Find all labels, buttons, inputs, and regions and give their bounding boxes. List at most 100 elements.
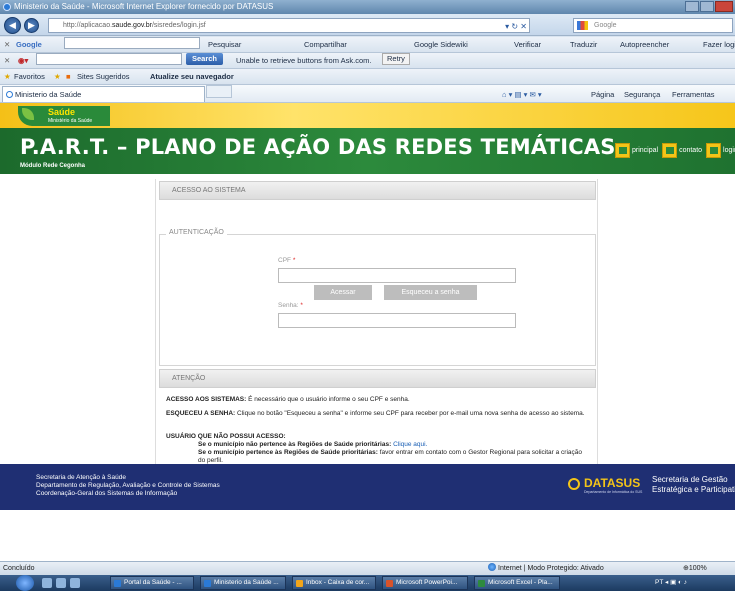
compartilhar-button[interactable]: Compartilhar <box>304 37 347 52</box>
info-item-pertence: Se o município pertence às Regiões de Sa… <box>198 449 583 464</box>
new-tab-button[interactable] <box>206 85 232 98</box>
url-field[interactable]: http://aplicacao.saude.gov.br/sisredes/l… <box>48 18 530 33</box>
status-bar: Concluído Internet | Modo Protegido: Ati… <box>0 561 735 575</box>
tab-row: Ministerio da Saúde ⌂ ▾ ▤ ▾ ✉ ▾ Página S… <box>0 85 735 103</box>
sidewiki-button[interactable]: Google Sidewiki <box>414 37 468 52</box>
section-header-acesso: ACESSO AO SISTEMA <box>159 181 596 200</box>
quicklaunch-icon[interactable] <box>56 578 66 588</box>
url-suffix: /sisredes/login.jsf <box>151 22 206 29</box>
clique-aqui-link[interactable]: Clique aqui. <box>393 441 427 448</box>
sgep-logo: Secretaria de Gestão Estratégica e Parti… <box>652 475 735 494</box>
gold-banner: Saúde Ministério da Saúde <box>0 103 735 128</box>
autenticacao-fieldset: AUTENTICAÇÃO CPF * Senha: * <box>159 229 596 366</box>
acessar-button[interactable]: Acessar <box>314 285 372 300</box>
footer-text: Secretaria de Atenção à Saúde Departamen… <box>36 474 220 497</box>
task-ministerio[interactable]: Ministerio da Saúde ... <box>200 576 286 590</box>
system-tray[interactable]: PT ◂ ▣ ◐ ♪ <box>655 576 687 590</box>
autopreencher-button[interactable]: Autopreencher <box>620 37 669 52</box>
mail-icon[interactable] <box>662 143 678 158</box>
saude-logo: Saúde Ministério da Saúde <box>18 106 110 126</box>
cpf-label: CPF * <box>278 257 296 264</box>
update-browser-link[interactable]: Atualize seu navegador <box>150 69 234 84</box>
suggested-sites-button[interactable]: Sites Sugeridos <box>77 69 130 84</box>
site-footer: Secretaria de Atenção à Saúde Departamen… <box>0 464 735 510</box>
tab-ministerio[interactable]: Ministerio da Saúde <box>2 86 205 102</box>
seguranca-menu[interactable]: Segurança <box>624 87 660 102</box>
google-toolbar: ✕ Google Pesquisar Compartilhar Google S… <box>0 37 735 53</box>
esqueceu-senha-button[interactable]: Esqueceu a senha <box>384 285 477 300</box>
info-esqueceu: ESQUECEU A SENHA: Clique no botão "Esque… <box>166 410 585 417</box>
cpf-input[interactable] <box>278 268 516 283</box>
close-button[interactable] <box>715 1 733 12</box>
add-favorite-icon[interactable]: ★ <box>54 69 61 84</box>
pagina-menu[interactable]: Página <box>591 87 614 102</box>
retry-button[interactable]: Retry <box>382 53 410 65</box>
task-portal-saude[interactable]: Portal da Saúde - ... <box>110 576 194 590</box>
favorites-button[interactable]: Favoritos <box>14 69 45 84</box>
task-powerpoint[interactable]: Microsoft PowerPoi... <box>382 576 468 590</box>
ask-logo-icon: ◉▾ <box>18 56 29 65</box>
favorites-bar: ★ Favoritos ★ ■ Sites Sugeridos Atualize… <box>0 69 735 85</box>
search-box[interactable]: Google <box>573 18 733 33</box>
zoom-level[interactable]: ⊕ 100% <box>683 562 707 575</box>
google-label: Google <box>16 40 42 49</box>
info-sem-acesso: USUÁRIO QUE NÃO POSSUI ACESSO: Se o muni… <box>166 433 591 465</box>
window-titlebar: Ministerio da Saúde - Microsoft Internet… <box>0 0 735 14</box>
close-toolbar-icon[interactable]: ✕ <box>4 37 10 52</box>
minimize-button[interactable] <box>685 1 699 12</box>
status-text: Concluído <box>3 565 35 572</box>
logo-subtitle: Ministério da Saúde <box>48 118 93 124</box>
security-zone[interactable]: Internet | Modo Protegido: Ativado <box>488 562 604 575</box>
page-title: P.A.R.T. – PLANO DE AÇÃO DAS REDES TEMÁT… <box>20 135 616 159</box>
nav-login-link[interactable]: login <box>723 147 735 154</box>
taskbar: Portal da Saúde - ... Ministerio da Saúd… <box>0 575 735 591</box>
favorites-star-icon: ★ <box>4 72 11 81</box>
ferramentas-menu[interactable]: Ferramentas <box>672 87 715 102</box>
senha-input[interactable] <box>278 313 516 328</box>
login-panel: ACESSO AO SISTEMA AUTENTICAÇÃO CPF * Sen… <box>155 179 598 464</box>
check-icon[interactable] <box>706 143 722 158</box>
globe-icon <box>488 563 496 571</box>
quicklaunch-icon[interactable] <box>42 578 52 588</box>
maximize-button[interactable] <box>700 1 714 12</box>
window-title: Ministerio da Saúde - Microsoft Internet… <box>14 2 274 11</box>
fazer-login-button[interactable]: Fazer login <box>703 37 735 52</box>
datasus-icon <box>568 478 580 490</box>
info-acesso: ACESSO AOS SISTEMAS: É necessário que o … <box>166 396 410 403</box>
traduzir-button[interactable]: Traduzir <box>570 37 597 52</box>
home-icon[interactable] <box>615 143 630 158</box>
tab-title: Ministerio da Saúde <box>15 90 82 99</box>
address-bar: ◀ ▶ http://aplicacao.saude.gov.br/sisred… <box>0 14 735 36</box>
page-subtitle: Módulo Rede Cegonha <box>20 163 85 169</box>
url-prefix: http://aplicacao. <box>63 22 113 29</box>
site-header: P.A.R.T. – PLANO DE AÇÃO DAS REDES TEMÁT… <box>0 128 735 174</box>
ask-message: Unable to retrieve buttons from Ask.com. <box>236 56 372 65</box>
search-placeholder: Google <box>594 22 617 29</box>
suggested-sites-icon: ■ <box>66 72 71 81</box>
senha-label: Senha: * <box>278 302 303 309</box>
google-search-input[interactable] <box>64 37 200 49</box>
verificar-button[interactable]: Verificar <box>514 37 541 52</box>
back-button[interactable]: ◀ <box>4 17 21 34</box>
pesquisar-button[interactable]: Pesquisar <box>208 37 241 52</box>
logo-title: Saúde <box>48 107 76 117</box>
nav-contato-link[interactable]: contato <box>679 147 702 154</box>
nav-principal-link[interactable]: principal <box>632 147 658 154</box>
start-button[interactable] <box>16 575 34 591</box>
home-icon[interactable]: ⌂ ▾ ▤ ▾ ✉ ▾ <box>502 87 542 102</box>
task-inbox[interactable]: Inbox - Caixa de cor... <box>292 576 376 590</box>
ask-search-input[interactable] <box>36 53 182 65</box>
refresh-stop-icons[interactable]: ▾ ↻ ✕ <box>505 20 527 33</box>
page-icon <box>6 91 13 98</box>
leaf-icon <box>22 108 34 120</box>
ask-search-button[interactable]: Search <box>186 53 224 65</box>
task-excel[interactable]: Microsoft Excel - Pla... <box>474 576 560 590</box>
ie-icon <box>3 3 11 11</box>
close-toolbar-icon[interactable]: ✕ <box>4 53 10 68</box>
forward-button[interactable]: ▶ <box>24 18 39 33</box>
window-controls <box>685 1 733 12</box>
google-icon <box>577 21 588 30</box>
top-nav: principal contato login <box>615 143 735 158</box>
quicklaunch-icon[interactable] <box>70 578 80 588</box>
section-header-atencao: ATENÇÃO <box>159 369 596 388</box>
